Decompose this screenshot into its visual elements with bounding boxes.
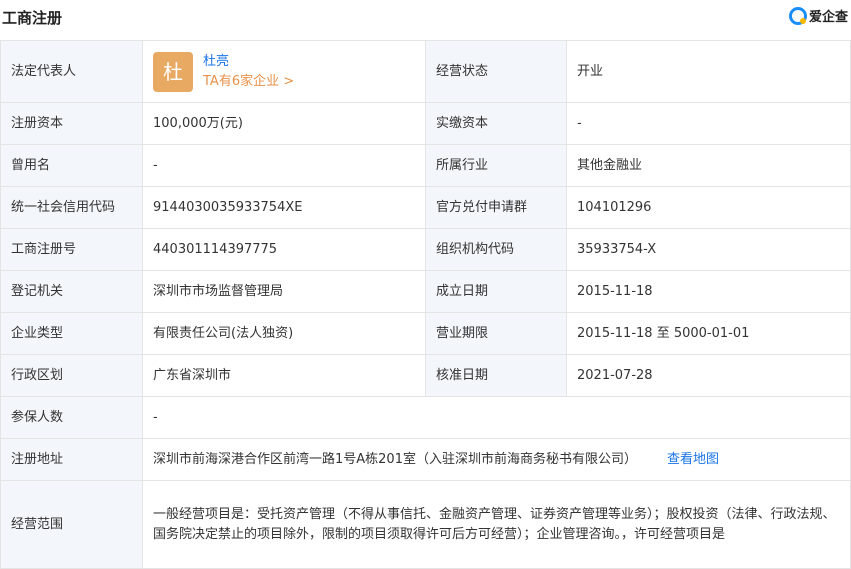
legal-rep-label: 法定代表人 [0,40,143,103]
authority-value: 深圳市市场监督管理局 [142,270,426,313]
term-value: 2015-11-18 至 5000-01-01 [566,312,851,355]
established-label: 成立日期 [425,270,567,313]
reg-capital-value: 100,000万(元) [142,102,426,145]
approval-date-value: 2021-07-28 [566,354,851,397]
table-row: 工商注册号 440301114397775 组织机构代码 35933754-X [0,228,851,271]
former-name-value: - [142,144,426,187]
table-row: 注册地址 深圳市前海深港合作区前湾一路1号A栋201室（入驻深圳市前海商务秘书有… [0,438,851,481]
scope-label: 经营范围 [0,480,143,569]
table-row: 登记机关 深圳市市场监督管理局 成立日期 2015-11-18 [0,270,851,313]
authority-label: 登记机关 [0,270,143,313]
paid-capital-label: 实缴资本 [425,102,567,145]
official-group-label: 官方兑付申请群 [425,186,567,229]
org-code-value: 35933754-X [566,228,851,271]
official-group-value: 104101296 [566,186,851,229]
status-label: 经营状态 [425,40,567,103]
logo-text: 爱企查 [808,10,848,25]
region-label: 行政区划 [0,354,143,397]
section-header: 工商注册 爱企查 [0,0,851,33]
status-value: 开业 [566,40,851,103]
paid-capital-value: - [566,102,851,145]
region-value: 广东省深圳市 [142,354,426,397]
company-type-label: 企业类型 [0,312,143,355]
org-code-label: 组织机构代码 [425,228,567,271]
reg-no-value: 440301114397775 [142,228,426,271]
table-row: 企业类型 有限责任公司(法人独资) 营业期限 2015-11-18 至 5000… [0,312,851,355]
address-cell: 深圳市前海深港合作区前湾一路1号A栋201室（入驻深圳市前海商务秘书有限公司） 查… [142,438,851,481]
magnifier-logo-icon [788,6,807,25]
reg-capital-label: 注册资本 [0,102,143,145]
address-label: 注册地址 [0,438,143,481]
avatar[interactable]: 杜 [153,51,193,92]
legal-rep-name-link[interactable]: 杜亮 [203,52,294,72]
credit-code-value: 9144030035933754XE [142,186,426,229]
insured-value: - [142,396,851,439]
table-row: 参保人数 - [0,396,851,439]
reg-no-label: 工商注册号 [0,228,143,271]
company-type-value: 有限责任公司(法人独资) [142,312,426,355]
credit-code-label: 统一社会信用代码 [0,186,143,229]
insured-label: 参保人数 [0,396,143,439]
table-row: 注册资本 100,000万(元) 实缴资本 - [0,102,851,145]
term-label: 营业期限 [425,312,567,355]
scope-value: 一般经营项目是：受托资产管理（不得从事信托、金融资产管理、证券资产管理等业务）；… [142,480,851,569]
approval-date-label: 核准日期 [425,354,567,397]
established-value: 2015-11-18 [566,270,851,313]
registration-table: 法定代表人 杜 杜亮 TA有6家企业 > 经营状态 开业 注册资本 100,00… [0,40,851,569]
table-row: 统一社会信用代码 9144030035933754XE 官方兑付申请群 1041… [0,186,851,229]
table-row: 经营范围 一般经营项目是：受托资产管理（不得从事信托、金融资产管理、证券资产管理… [0,480,851,569]
table-row: 行政区划 广东省深圳市 核准日期 2021-07-28 [0,354,851,397]
aiqicha-logo[interactable]: 爱企查 [788,6,848,25]
former-name-label: 曾用名 [0,144,143,187]
legal-rep-companies-link[interactable]: TA有6家企业 > [203,72,294,92]
view-map-link[interactable]: 查看地图 [667,452,719,467]
legal-rep-cell: 杜 杜亮 TA有6家企业 > [142,40,426,103]
table-row: 曾用名 - 所属行业 其他金融业 [0,144,851,187]
section-title: 工商注册 [2,9,63,27]
industry-label: 所属行业 [425,144,567,187]
industry-value: 其他金融业 [566,144,851,187]
table-row: 法定代表人 杜 杜亮 TA有6家企业 > 经营状态 开业 [0,40,851,103]
address-value: 深圳市前海深港合作区前湾一路1号A栋201室（入驻深圳市前海商务秘书有限公司） [153,451,637,467]
